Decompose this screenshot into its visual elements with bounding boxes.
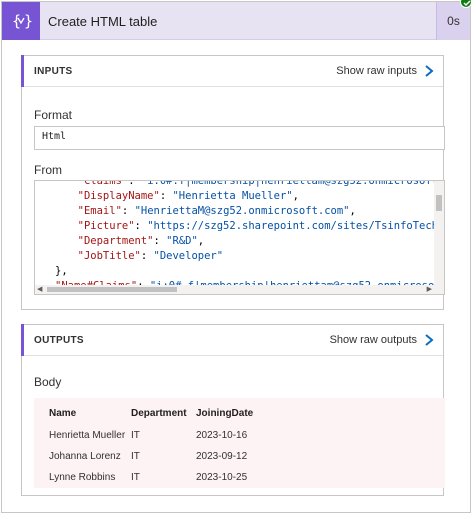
- code-line: "JobTitle": "Developer": [65, 250, 224, 262]
- inputs-title: INPUTS: [34, 66, 73, 77]
- svg-text:}: }: [24, 12, 32, 30]
- from-code-editor[interactable]: "Claims": "i:0#.f|membership|henriettam@…: [34, 180, 445, 295]
- outputs-header: OUTPUTS Show raw outputs: [21, 324, 443, 356]
- outputs-title: OUTPUTS: [34, 335, 84, 346]
- body-label: Body: [34, 375, 62, 389]
- table-cell: IT: [131, 451, 140, 462]
- horizontal-scrollbar[interactable]: ◀ ▶: [35, 285, 444, 294]
- column-header: Name: [49, 408, 77, 419]
- show-raw-inputs-link[interactable]: Show raw inputs: [336, 65, 417, 77]
- column-header: JoiningDate: [196, 408, 254, 419]
- column-header: Department: [131, 408, 187, 419]
- scroll-thumb-horizontal[interactable]: [47, 287, 177, 292]
- code-line: "Department": "R&D",: [65, 235, 205, 247]
- output-html-table: Name Department JoiningDate Henrietta Mu…: [34, 398, 445, 488]
- code-line: "Claims": "i:0#.f|membership|henriettam@…: [65, 180, 445, 187]
- format-value: Html: [42, 131, 67, 142]
- code-line: "Picture": "https://szg52.sharepoint.com…: [65, 220, 445, 232]
- scroll-left-icon[interactable]: ◀: [37, 285, 42, 293]
- code-line: "DisplayName": "Henrietta Mueller",: [65, 190, 299, 202]
- action-card: { } Create HTML table 0s INPUTS Show raw…: [1, 0, 472, 513]
- duration-text: 0s: [447, 14, 460, 28]
- action-header[interactable]: { } Create HTML table 0s: [2, 2, 470, 40]
- table-cell: Henrietta Mueller: [49, 430, 126, 441]
- table-cell: 2023-09-12: [196, 451, 248, 462]
- success-check-icon: [460, 0, 472, 8]
- scroll-thumb[interactable]: [436, 195, 442, 211]
- table-cell: Lynne Robbins: [49, 472, 116, 483]
- action-title: Create HTML table: [48, 14, 158, 29]
- table-cell: 2023-10-16: [196, 430, 248, 441]
- inputs-section: INPUTS Show raw inputs Format Html From …: [21, 55, 445, 310]
- table-cell: IT: [131, 472, 140, 483]
- format-label: Format: [34, 108, 73, 122]
- format-field[interactable]: Html: [34, 126, 445, 150]
- table-cell: IT: [131, 430, 140, 441]
- braces-function-icon: { }: [2, 2, 40, 40]
- show-raw-outputs-link[interactable]: Show raw outputs: [330, 334, 417, 346]
- chevron-right-icon[interactable]: [423, 64, 435, 78]
- vertical-scrollbar[interactable]: [434, 181, 444, 287]
- inputs-header: INPUTS Show raw inputs: [21, 55, 443, 87]
- code-line: "Email": "HenriettaM@szg52.onmicrosoft.c…: [65, 205, 356, 217]
- table-cell: Johanna Lorenz: [49, 451, 121, 462]
- outputs-section: OUTPUTS Show raw outputs Body Name Depar…: [21, 324, 445, 496]
- scroll-right-icon[interactable]: ▶: [427, 285, 432, 293]
- table-cell: 2023-10-25: [196, 472, 248, 483]
- code-line: },: [55, 265, 68, 277]
- from-label: From: [34, 163, 62, 177]
- chevron-right-icon[interactable]: [423, 333, 435, 347]
